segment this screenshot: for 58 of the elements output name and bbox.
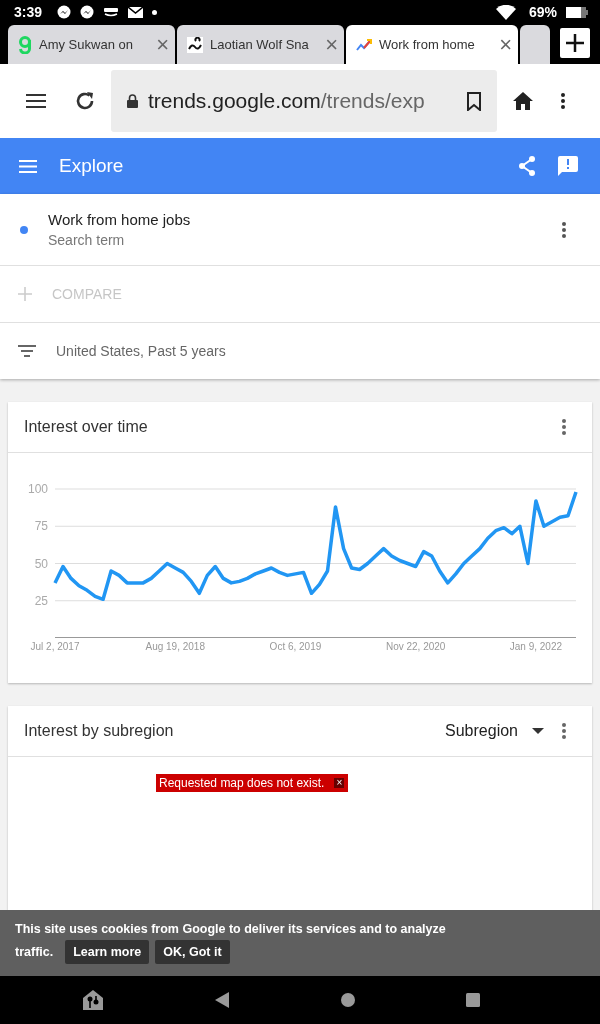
browser-tab[interactable]: Laotian Wolf Sna × bbox=[177, 25, 344, 64]
caret-icon bbox=[532, 728, 544, 734]
page-title: Explore bbox=[59, 155, 124, 177]
y-axis-label: 75 bbox=[34, 519, 48, 534]
browser-tab[interactable]: Amy Sukwan on × bbox=[8, 25, 175, 64]
battery-percent: 69% bbox=[528, 4, 557, 20]
x-axis-label: Jan 9, 2022 bbox=[509, 641, 563, 652]
trend-arrow-icon bbox=[356, 38, 372, 51]
messenger-icon bbox=[80, 5, 95, 19]
cookie-button[interactable]: OK, Got it bbox=[155, 940, 230, 964]
y-axis-label: 100 bbox=[27, 482, 48, 496]
error-text: Requested map does not exist. bbox=[159, 776, 325, 790]
mail-icon bbox=[128, 6, 144, 18]
cookie-text: This site uses cookies from Google to deliver its services and to analyze bbox=[15, 922, 447, 936]
x-axis-label: Oct 6, 2019 bbox=[269, 641, 322, 652]
wifi-icon bbox=[495, 4, 516, 20]
more-icon[interactable] bbox=[561, 93, 565, 109]
subregion-dropdown[interactable]: Subregion bbox=[445, 722, 544, 740]
close-icon[interactable]: × bbox=[499, 33, 512, 56]
back-icon[interactable] bbox=[215, 992, 230, 1008]
close-button[interactable]: × bbox=[334, 778, 345, 788]
home-icon[interactable] bbox=[513, 92, 533, 110]
home-circle-icon[interactable] bbox=[340, 993, 355, 1007]
battery-icon bbox=[566, 6, 588, 18]
filter-icon bbox=[18, 345, 36, 357]
close-icon[interactable]: × bbox=[156, 33, 169, 56]
close-icon[interactable]: × bbox=[325, 33, 338, 56]
x-axis-label: Aug 19, 2018 bbox=[145, 641, 205, 652]
address-bar[interactable]: trends.google.com/trends/exp bbox=[111, 70, 497, 132]
browser-tab[interactable]: Work from home × bbox=[346, 25, 518, 64]
hook-icon bbox=[18, 35, 32, 54]
menu-icon[interactable] bbox=[26, 94, 46, 108]
home-keys-icon[interactable] bbox=[81, 989, 104, 1011]
x-axis-label: Jul 2, 2017 bbox=[30, 641, 80, 652]
cookie-button[interactable]: Learn more bbox=[65, 940, 150, 964]
messenger-icon bbox=[57, 5, 72, 19]
plus-icon bbox=[18, 287, 32, 301]
y-axis-label: 25 bbox=[34, 593, 48, 608]
x-axis-label: Nov 22, 2020 bbox=[385, 641, 446, 652]
term-subtitle: Search term bbox=[48, 232, 126, 248]
more-icon[interactable] bbox=[562, 221, 566, 238]
photos-icon bbox=[103, 7, 120, 17]
new-tab-icon[interactable] bbox=[560, 28, 590, 58]
lock-icon bbox=[127, 94, 138, 108]
feedback-icon[interactable] bbox=[558, 156, 578, 176]
reload-icon[interactable] bbox=[74, 90, 96, 112]
cookie-text: traffic. bbox=[15, 945, 54, 959]
card-title: Interest by subregion bbox=[24, 722, 174, 740]
share-icon[interactable] bbox=[518, 156, 536, 176]
bookmark-icon[interactable] bbox=[467, 91, 481, 111]
dot-icon bbox=[152, 9, 158, 15]
clock: 3:39 bbox=[14, 4, 43, 20]
y-axis-label: 50 bbox=[34, 556, 48, 571]
card-title: Interest over time bbox=[24, 418, 148, 436]
snake-icon bbox=[187, 36, 203, 53]
filter-button[interactable]: United States, Past 5 years bbox=[0, 323, 600, 379]
recents-icon[interactable] bbox=[466, 993, 481, 1007]
search-term[interactable]: Work from home jobs bbox=[48, 211, 542, 228]
